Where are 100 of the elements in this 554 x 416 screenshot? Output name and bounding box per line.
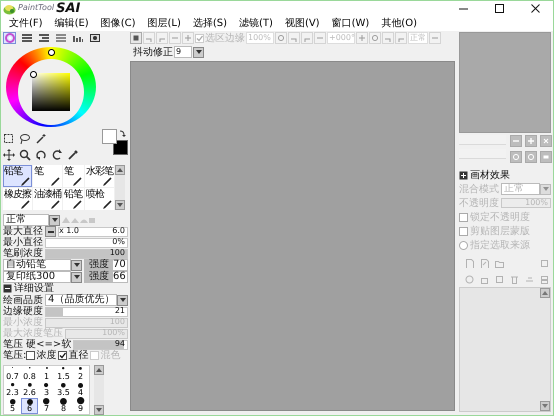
- caret-icon: [74, 275, 80, 279]
- rotate-left-button[interactable]: [510, 151, 522, 163]
- checkbox[interactable]: [26, 351, 36, 360]
- color-mode-tab[interactable]: [20, 32, 33, 44]
- dot-icon: [76, 397, 84, 405]
- blend-mode-select[interactable]: 正常: [3, 214, 49, 226]
- dropdown-button[interactable]: [193, 46, 204, 58]
- zoom-out-button[interactable]: [510, 135, 522, 147]
- dropdown-button[interactable]: [71, 272, 82, 282]
- dropdown-button[interactable]: [71, 260, 82, 270]
- layer-icon: [540, 274, 548, 284]
- menu-item[interactable]: 文件(F): [5, 17, 51, 30]
- slider[interactable]: 100: [45, 248, 128, 258]
- scroll-up-button[interactable]: [94, 365, 104, 375]
- scroll-down-button[interactable]: [115, 200, 125, 210]
- menu-item[interactable]: 编辑(E): [50, 17, 97, 30]
- toolbar-button[interactable]: [130, 32, 142, 44]
- texture-select[interactable]: 自动铅笔: [3, 259, 71, 271]
- dot-icon: [26, 399, 32, 405]
- menu-item[interactable]: 其他(O): [377, 17, 425, 30]
- setting-label: 笔刷浓度: [3, 248, 44, 259]
- dot-icon: [10, 399, 16, 405]
- tool-button[interactable]: 笔: [63, 165, 84, 187]
- stabilizer-field[interactable]: 9: [174, 46, 192, 58]
- plus-icon: [184, 34, 192, 42]
- reset-rotation-button[interactable]: [540, 151, 552, 163]
- rotate-right-button[interactable]: [525, 151, 537, 163]
- dropdown-button[interactable]: [49, 214, 60, 226]
- checkbox-label: 混色: [100, 350, 120, 361]
- color-mode-tab[interactable]: [54, 32, 67, 44]
- slider-value: 21: [114, 307, 126, 316]
- menu-item[interactable]: 窗口(W): [328, 17, 378, 30]
- menu-item[interactable]: 图层(L): [143, 17, 189, 30]
- color-mode-tab[interactable]: [3, 32, 16, 44]
- rotate-tool[interactable]: [35, 149, 47, 161]
- brush-size-button[interactable]: 2: [72, 366, 89, 382]
- brush-size-button[interactable]: 3: [38, 382, 55, 398]
- dropdown-button[interactable]: [117, 294, 128, 306]
- expand-icon[interactable]: [459, 170, 468, 180]
- brush-size-button[interactable]: 2.6: [21, 382, 38, 398]
- slider[interactable]: 94: [73, 340, 128, 350]
- zoom-in-button[interactable]: [525, 135, 537, 147]
- menu-item[interactable]: 图像(C): [96, 17, 144, 30]
- brush-size-button[interactable]: 8: [55, 398, 72, 414]
- tool-button[interactable]: 水彩笔: [85, 165, 114, 187]
- reset-button[interactable]: [540, 135, 552, 147]
- brush-size-button[interactable]: 0.7: [4, 366, 21, 382]
- rotate-tool[interactable]: [51, 149, 63, 161]
- scroll-up-button[interactable]: [540, 288, 550, 298]
- setting-label: 绘画品质: [3, 294, 44, 306]
- color-mode-tab[interactable]: [88, 32, 101, 44]
- pen-icon: [73, 200, 83, 209]
- tool-button[interactable]: 铅笔: [63, 188, 84, 210]
- arrow-down-icon: [117, 203, 123, 207]
- menu-item[interactable]: 选择(S): [188, 17, 236, 30]
- selection-icon: [3, 133, 15, 145]
- brush-size-button[interactable]: 4: [72, 382, 89, 398]
- tool-button[interactable]: 铅笔: [3, 165, 32, 187]
- move-tool[interactable]: [3, 149, 15, 161]
- scroll-up-button[interactable]: [115, 165, 125, 175]
- scroll-down-button[interactable]: [540, 401, 550, 411]
- quality-select[interactable]: 4（品质优先）: [45, 294, 117, 306]
- tool-button[interactable]: 喷枪: [85, 188, 114, 210]
- brush-size-button[interactable]: 9: [72, 398, 89, 414]
- plus-icon: [358, 34, 366, 42]
- tool-button[interactable]: 油漆桶: [33, 188, 62, 210]
- magnifier-tool[interactable]: [19, 149, 31, 161]
- color-wheel-icon: [4, 33, 14, 43]
- brush-size-button[interactable]: 0.8: [21, 366, 38, 382]
- tool-button[interactable]: 橡皮擦: [3, 188, 32, 210]
- texture-select[interactable]: 复印纸300: [3, 271, 71, 283]
- menu-item[interactable]: 滤镜(T): [235, 17, 281, 30]
- dot-icon: [79, 367, 82, 370]
- menu-item[interactable]: 视图(V): [280, 17, 328, 30]
- collapse-icon[interactable]: [3, 284, 12, 293]
- layer-list[interactable]: [459, 287, 551, 412]
- brush-size-button[interactable]: 7: [38, 398, 55, 414]
- brush-size-button[interactable]: 1: [38, 366, 55, 382]
- selection-tool[interactable]: [3, 133, 15, 145]
- caret-icon: [52, 218, 58, 222]
- brush-size-button[interactable]: 6: [21, 398, 38, 414]
- arrow-up-icon: [96, 368, 102, 372]
- slider[interactable]: 21: [45, 306, 128, 316]
- range-button[interactable]: [45, 226, 56, 237]
- brush-size-button[interactable]: 2.3: [4, 382, 21, 398]
- wand-tool[interactable]: [35, 133, 47, 145]
- slider[interactable]: 0%: [45, 238, 128, 248]
- move-icon: [3, 149, 15, 161]
- tool-button[interactable]: 笔: [33, 165, 62, 187]
- rotate-icon: [35, 149, 47, 161]
- color-mode-tab[interactable]: [37, 32, 50, 44]
- brush-size-button[interactable]: 5: [4, 398, 21, 414]
- dot-icon: [78, 383, 84, 389]
- checkbox[interactable]: [58, 351, 68, 360]
- brush-size-button[interactable]: 1.5: [55, 366, 72, 382]
- pen-icon: [103, 200, 113, 209]
- scroll-down-button[interactable]: [94, 405, 104, 415]
- brush-size-button[interactable]: 3.5: [55, 382, 72, 398]
- eyedropper-tool[interactable]: [67, 149, 79, 161]
- lasso-tool[interactable]: [19, 133, 31, 145]
